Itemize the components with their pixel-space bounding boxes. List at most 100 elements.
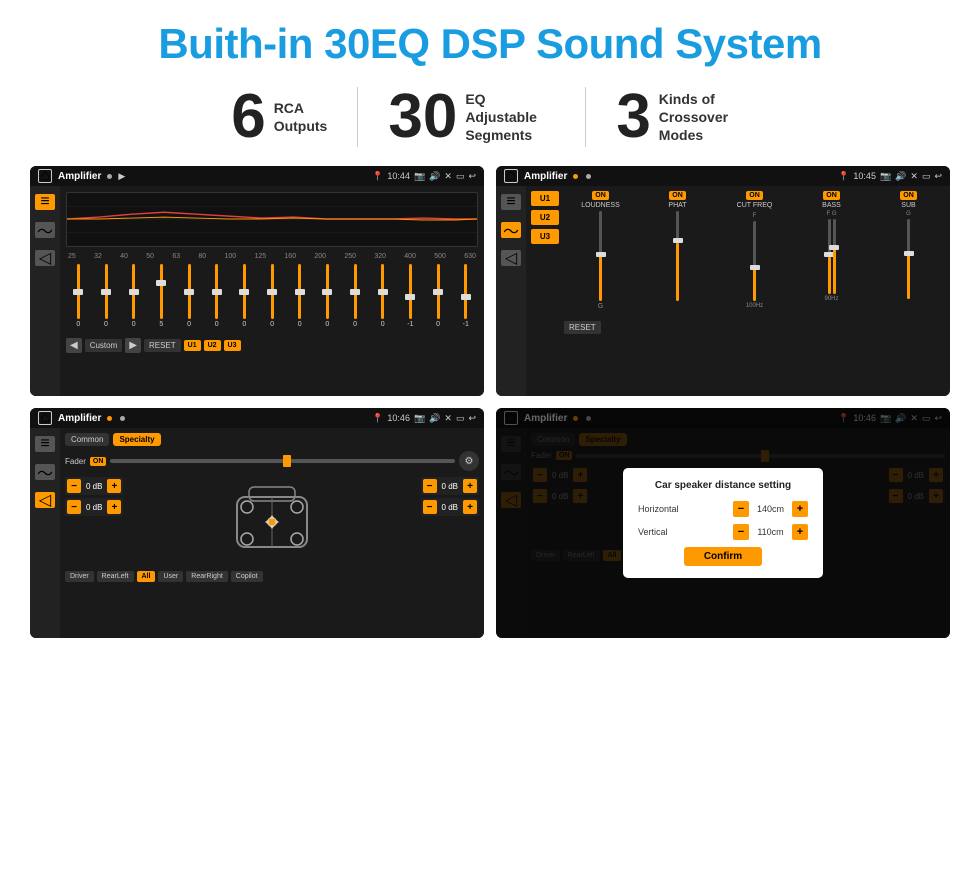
driver-btn[interactable]: Driver <box>65 571 94 582</box>
fader-row: Fader ON ⚙ <box>65 451 479 471</box>
slider-100hz[interactable]: 0 <box>232 264 257 334</box>
eq-icon-2[interactable]: ≡ <box>501 194 521 210</box>
settings-knob[interactable]: ⚙ <box>459 451 479 471</box>
eq-screen: ⌂ Amplifier ▶ 📍 10:44 📷 🔊 ✕ ▭ ↩ ≡ <box>30 166 484 396</box>
horizontal-row: Horizontal − 140cm + <box>638 501 808 517</box>
main-title: Buith-in 30EQ DSP Sound System <box>30 20 950 68</box>
confirm-button[interactable]: Confirm <box>684 547 762 566</box>
slider-200hz[interactable]: 0 <box>315 264 340 334</box>
user-btn[interactable]: User <box>158 571 183 582</box>
wave-icon-3[interactable]: 〜 <box>35 464 55 480</box>
slider-500hz[interactable]: 0 <box>426 264 451 334</box>
stat-label-crossover: Kinds ofCrossover Modes <box>659 90 749 145</box>
vertical-plus[interactable]: + <box>792 524 808 540</box>
vol-row-3: − 0 dB + <box>421 477 479 495</box>
vol-row-2: − 0 dB + <box>65 498 123 516</box>
slider-63hz[interactable]: 0 <box>177 264 202 334</box>
cutfreq-on-btn[interactable]: ON <box>746 191 763 200</box>
eq-freq-labels: 25 32 40 50 63 80 100 125 160 200 250 32… <box>66 253 478 260</box>
back-icon-2[interactable]: ↩ <box>934 171 942 182</box>
vol1-minus[interactable]: − <box>67 479 81 493</box>
phat-label: PHAT <box>668 202 686 209</box>
eq-icon-3[interactable]: ≡ <box>35 436 55 452</box>
slider-160hz[interactable]: 0 <box>287 264 312 334</box>
eq-u1-btn[interactable]: U1 <box>184 340 201 351</box>
preset-u1[interactable]: U1 <box>531 191 559 206</box>
vol3-minus[interactable]: − <box>423 479 437 493</box>
loudness-label: LOUDNESS <box>581 202 620 209</box>
vol2-plus[interactable]: + <box>107 500 121 514</box>
horizontal-minus[interactable]: − <box>733 501 749 517</box>
speaker-status-bar: ⌂ Amplifier 📍 10:46 📷 🔊 ✕ ▭ ↩ <box>30 408 484 428</box>
back-icon[interactable]: ↩ <box>468 171 476 182</box>
preset-u2[interactable]: U2 <box>531 210 559 225</box>
home-icon-2[interactable]: ⌂ <box>504 169 518 183</box>
cutfreq-channel: ON CUT FREQ F 100Hz <box>718 191 791 309</box>
preset-u3[interactable]: U3 <box>531 229 559 244</box>
home-icon-3[interactable]: ⌂ <box>38 411 52 425</box>
eq-custom-btn[interactable]: Custom <box>85 339 123 352</box>
slider-250hz[interactable]: 0 <box>343 264 368 334</box>
vertical-value: 110cm <box>753 527 788 537</box>
fader-on-badge[interactable]: ON <box>90 457 107 466</box>
specialty-tab[interactable]: Specialty <box>113 433 160 446</box>
location-icon-3: 📍 <box>372 413 383 424</box>
sub-on-btn[interactable]: ON <box>900 191 917 200</box>
fader-slider[interactable] <box>110 459 455 463</box>
sub-label: SUB <box>901 202 915 209</box>
eq-prev-btn[interactable]: ◀ <box>66 338 82 353</box>
horizontal-plus[interactable]: + <box>792 501 808 517</box>
eq-icon-active[interactable]: ≡ <box>35 194 55 210</box>
vol3-plus[interactable]: + <box>463 479 477 493</box>
rearright-btn[interactable]: RearRight <box>186 571 228 582</box>
slider-40hz[interactable]: 0 <box>121 264 146 334</box>
eq-main-area: 25 32 40 50 63 80 100 125 160 200 250 32… <box>60 186 484 396</box>
back-icon-3[interactable]: ↩ <box>468 413 476 424</box>
loudness-on-btn[interactable]: ON <box>592 191 609 200</box>
eq-u2-btn[interactable]: U2 <box>204 340 221 351</box>
stat-label-rca: RCAOutputs <box>274 99 328 135</box>
copilot-btn[interactable]: Copilot <box>231 571 263 582</box>
fader-label: Fader <box>65 457 86 466</box>
slider-32hz[interactable]: 0 <box>94 264 119 334</box>
vol-row-4: − 0 dB + <box>421 498 479 516</box>
slider-50hz[interactable]: 5 <box>149 264 174 334</box>
speaker-screen: ⌂ Amplifier 📍 10:46 📷 🔊 ✕ ▭ ↩ ≡ <box>30 408 484 638</box>
vol4-minus[interactable]: − <box>423 500 437 514</box>
slider-25hz[interactable]: 0 <box>66 264 91 334</box>
vol4-plus[interactable]: + <box>463 500 477 514</box>
wave-icon-2[interactable]: 〜 <box>501 222 521 238</box>
vertical-minus[interactable]: − <box>733 524 749 540</box>
sub-channel: ON SUB G <box>872 191 945 299</box>
status-dot-1 <box>107 174 112 179</box>
slider-400hz[interactable]: -1 <box>398 264 423 334</box>
eq-app-title: Amplifier <box>58 171 101 182</box>
phat-on-btn[interactable]: ON <box>669 191 686 200</box>
home-icon[interactable]: ⌂ <box>38 169 52 183</box>
slider-125hz[interactable]: 0 <box>260 264 285 334</box>
wave-icon[interactable]: 〜 <box>35 222 55 238</box>
slider-630hz[interactable]: -1 <box>453 264 478 334</box>
slider-80hz[interactable]: 0 <box>204 264 229 334</box>
speaker-icon[interactable]: ◁ <box>35 250 55 266</box>
eq-reset-btn[interactable]: RESET <box>144 339 181 352</box>
eq-next-btn[interactable]: ▶ <box>125 338 141 353</box>
crossover-reset-btn[interactable]: RESET <box>564 321 601 334</box>
speaker-icon-2[interactable]: ◁ <box>501 250 521 266</box>
vol1-plus[interactable]: + <box>107 479 121 493</box>
all-btn[interactable]: All <box>137 571 156 582</box>
eq-time: 10:44 <box>387 171 410 181</box>
slider-320hz[interactable]: 0 <box>370 264 395 334</box>
eq-u3-btn[interactable]: U3 <box>224 340 241 351</box>
speaker-bottom-btns: Driver RearLeft All User RearRight Copil… <box>65 571 479 582</box>
bass-on-btn[interactable]: ON <box>823 191 840 200</box>
location-icon: 📍 <box>372 171 383 182</box>
eq-sliders: 0 0 0 5 <box>66 264 478 334</box>
stat-number-rca: 6 <box>231 86 265 148</box>
volume-icon: 🔊 <box>429 171 440 182</box>
common-tab[interactable]: Common <box>65 433 109 446</box>
rearleft-btn[interactable]: RearLeft <box>97 571 134 582</box>
speaker-icon-3[interactable]: ◁ <box>35 492 55 508</box>
vol2-minus[interactable]: − <box>67 500 81 514</box>
horizontal-label: Horizontal <box>638 504 688 514</box>
